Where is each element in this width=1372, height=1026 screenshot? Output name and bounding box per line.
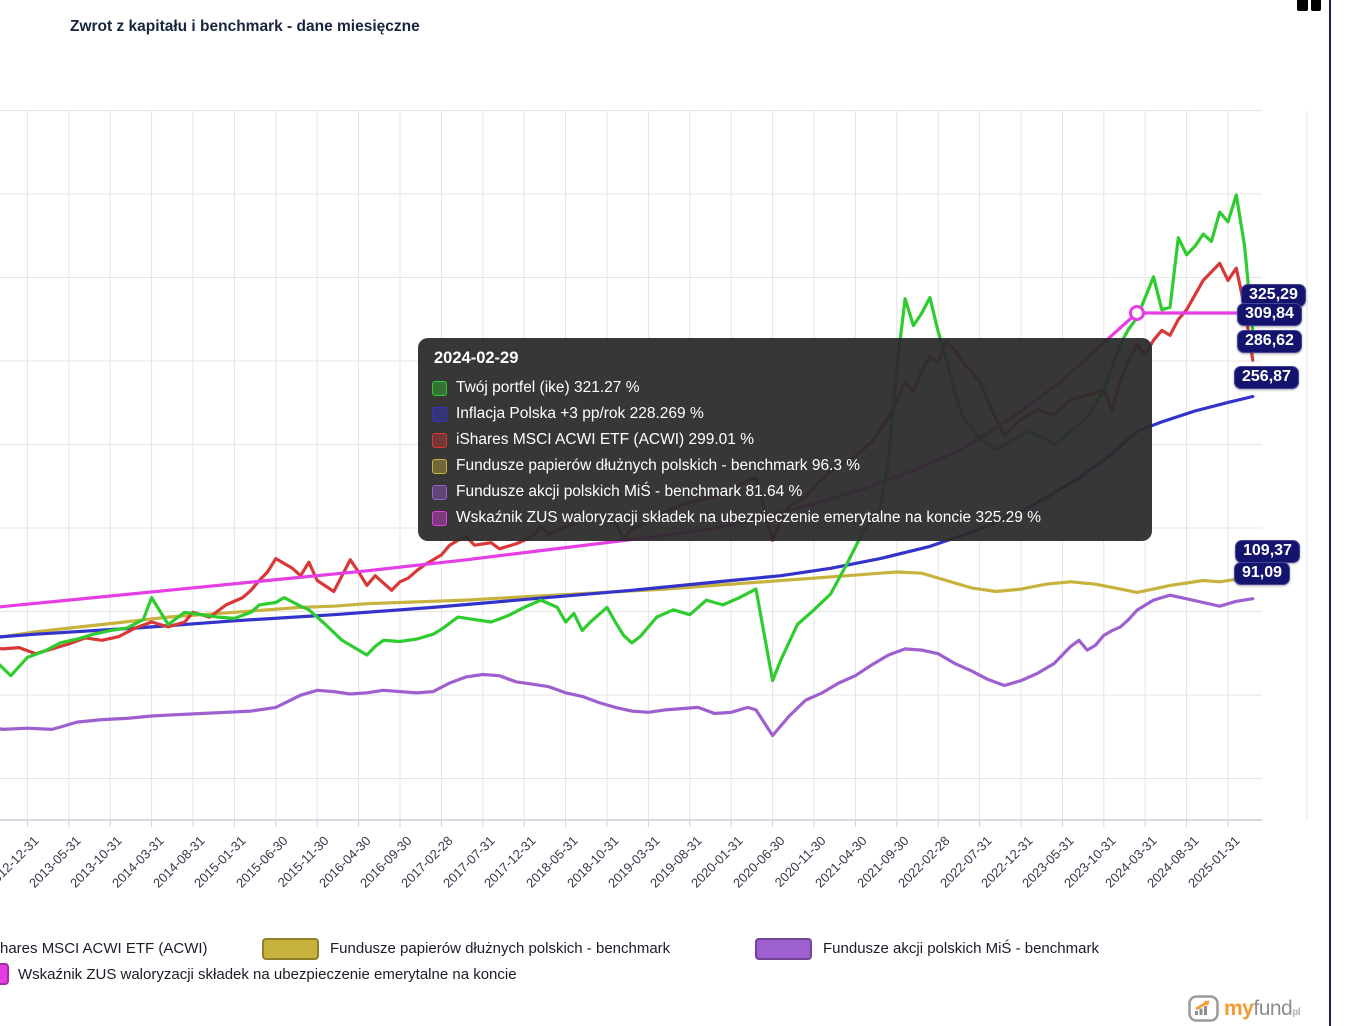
- mis-swatch-icon: [432, 484, 447, 500]
- value-badge-inflation: 256,87: [1234, 366, 1299, 389]
- value-badge-mis: 91,09: [1234, 562, 1291, 585]
- tooltip-date: 2024-02-29: [434, 349, 519, 367]
- export-menu-icon[interactable]: [1297, 0, 1322, 11]
- logo-my: my: [1224, 996, 1254, 1020]
- legend-item-acwi[interactable]: hares MSCI ACWI ETF (ACWI): [0, 940, 208, 957]
- zus-legend-swatch-icon[interactable]: [0, 963, 9, 985]
- page: { "page": { "title": "Zwrot z kapitału i…: [0, 0, 1372, 1026]
- chart-tooltip: 2024-02-29 Twój portfel (ike) 321.27 % I…: [418, 338, 1152, 541]
- value-badge-bonds: 109,37: [1235, 540, 1300, 563]
- tooltip-row-bonds: Fundusze papierów dłużnych polskich - be…: [432, 453, 1138, 479]
- logo-tld: pl: [1292, 1006, 1301, 1018]
- portfolio-swatch-icon: [432, 380, 447, 396]
- tooltip-row-mis: Fundusze akcji polskich MiŚ - benchmark …: [432, 479, 1138, 505]
- tooltip-row-zus: Wskaźnik ZUS waloryzacji składek na ubez…: [432, 505, 1138, 531]
- acwi-swatch-icon: [432, 432, 447, 448]
- hover-marker: [1128, 305, 1145, 321]
- value-badge-portfolio: 309,84: [1237, 303, 1302, 326]
- inflation-swatch-icon: [432, 406, 447, 422]
- myfund-logo[interactable]: myfundpl: [1188, 995, 1301, 1022]
- panel-divider: [1329, 0, 1331, 1026]
- bonds-legend-swatch-icon[interactable]: [262, 938, 319, 960]
- logo-fund: fund: [1253, 996, 1293, 1020]
- zus-swatch-icon: [432, 510, 447, 526]
- mis-legend-swatch-icon[interactable]: [755, 938, 812, 960]
- page-title: Zwrot z kapitału i benchmark - dane mies…: [70, 18, 420, 35]
- value-badge-acwi: 286,62: [1237, 330, 1302, 353]
- series-line: [0, 570, 1255, 639]
- bonds-swatch-icon: [432, 458, 447, 474]
- tooltip-row-inflation: Inflacja Polska +3 pp/rok 228.269 %: [432, 401, 1138, 427]
- legend-item-mis[interactable]: Fundusze akcji polskich MiŚ - benchmark: [823, 940, 1099, 957]
- legend-item-zus[interactable]: Wskaźnik ZUS waloryzacji składek na ubez…: [18, 966, 517, 983]
- legend-item-bonds[interactable]: Fundusze papierów dłużnych polskich - be…: [330, 940, 670, 957]
- tooltip-row-portfolio: Twój portfel (ike) 321.27 %: [432, 375, 1138, 401]
- tooltip-row-acwi: iShares MSCI ACWI ETF (ACWI) 299.01 %: [432, 427, 1138, 453]
- myfund-logo-icon: [1188, 995, 1219, 1022]
